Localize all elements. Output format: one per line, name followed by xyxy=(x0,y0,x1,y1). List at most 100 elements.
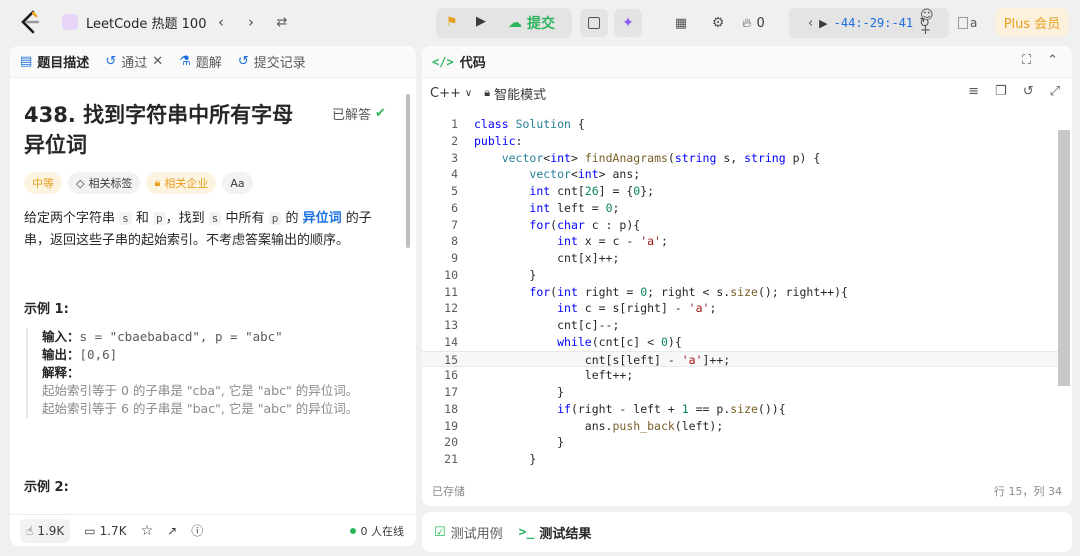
code-line[interactable]: 3 vector<int> findAnagrams(string s, str… xyxy=(422,150,1058,167)
code-text: vector<int> findAnagrams(string s, strin… xyxy=(501,150,821,165)
next-icon[interactable]: › xyxy=(240,11,262,33)
prev-icon[interactable]: ‹ xyxy=(210,11,232,33)
layout-icon[interactable]: ▦ xyxy=(670,12,692,34)
tag-icon: ◇ xyxy=(76,176,85,190)
avatar[interactable]: a xyxy=(958,12,977,34)
expand-icon[interactable]: ⤢ xyxy=(1050,84,1060,99)
explain-line-2: 起始索引等于 6 的子串是 "bac", 它是 "abc" 的异位词。 xyxy=(42,401,359,416)
code-line[interactable]: 14 while(cnt[c] < 0){ xyxy=(422,334,1058,351)
reset-code-icon[interactable]: ↺ xyxy=(1023,84,1034,99)
star-icon[interactable]: ☆ xyxy=(141,523,154,539)
code-scrollbar[interactable] xyxy=(1058,130,1070,386)
tab-test-result[interactable]: >_ 测试结果 xyxy=(519,523,592,542)
code-line[interactable]: 2 public: xyxy=(422,133,1058,150)
code-line[interactable]: 12 int c = s[right] - 'a'; xyxy=(422,300,1058,317)
tab-description[interactable]: ▤ 题目描述 xyxy=(20,52,89,71)
tab-solutions[interactable]: ⚗ 题解 xyxy=(179,52,222,71)
problem-list[interactable]: LeetCode 热题 100 xyxy=(62,11,206,33)
line-number: 2 xyxy=(451,133,458,148)
language-select[interactable]: C++ ∨ xyxy=(430,86,472,101)
code-line[interactable]: 19 ans.push_back(left); xyxy=(422,418,1058,435)
line-number: 6 xyxy=(451,200,458,215)
related-tags-button[interactable]: ◇ 相关标签 xyxy=(68,172,141,194)
timer-value: -44:-29:-41 xyxy=(833,16,914,30)
inline-code: s xyxy=(119,212,132,225)
timer-play-icon[interactable]: ▶ xyxy=(819,17,827,30)
top-bar: LeetCode 热题 100 ‹ › ⇄ ⚑ ▶ ☁ 提交 ✦ ▦ ⚙ 🔥︎ … xyxy=(0,0,1080,44)
sparkle-icon[interactable]: ✦ xyxy=(614,9,642,37)
doc-icon: ▤ xyxy=(20,54,33,69)
like-button[interactable]: ☝ 1.9K xyxy=(20,518,71,543)
shuffle-icon[interactable]: ⇄ xyxy=(271,11,293,33)
code-line[interactable]: 7 for(char c : p){ xyxy=(422,217,1058,234)
code-line[interactable]: 6 int left = 0; xyxy=(422,200,1058,217)
fullscreen-icon[interactable]: ⛶ xyxy=(1022,53,1031,68)
code-text: int left = 0; xyxy=(529,200,620,215)
code-text: while(cnt[c] < 0){ xyxy=(557,334,682,349)
code-line[interactable]: 18 if(right - left + 1 == p.size()){ xyxy=(422,401,1058,418)
translate-button[interactable]: Aa xyxy=(222,172,253,194)
code-line[interactable]: 10 } xyxy=(422,267,1058,284)
code-line[interactable]: 21 } xyxy=(422,451,1058,468)
code-line[interactable]: 5 int cnt[26] = {0}; xyxy=(422,183,1058,200)
tab-testcase[interactable]: ☑ 测试用例 xyxy=(434,523,503,542)
plus-member-button[interactable]: Plus 会员 xyxy=(996,8,1068,36)
related-companies-button[interactable]: 🔒︎ 相关企业 xyxy=(146,172,217,194)
code-editor[interactable]: 1 class Solution {2 public: 3 vector<int> f… xyxy=(422,116,1058,468)
problem-title[interactable]: 438. 找到字符串中所有字母异位词 xyxy=(24,100,314,160)
format-icon[interactable]: ≡ xyxy=(968,84,979,99)
tab-solutions-label: 题解 xyxy=(195,56,222,71)
related-companies-label: 相关企业 xyxy=(164,177,209,190)
code-text: int c = s[right] - 'a'; xyxy=(557,301,717,316)
collapse-icon[interactable]: ⌃ xyxy=(1047,53,1058,68)
run-icon[interactable]: ▶ xyxy=(476,14,486,29)
inline-code: p xyxy=(268,212,282,225)
code-line[interactable]: 15 cnt[s[left] - 'a']++; xyxy=(422,350,1058,368)
history-icon: ↺ xyxy=(237,54,249,69)
bookmark-icon[interactable]: ❐ xyxy=(995,84,1007,99)
desc-text: ，找到 xyxy=(165,211,209,226)
difficulty-badge: 中等 xyxy=(24,172,62,194)
code-text: left++; xyxy=(474,368,634,383)
comments-button[interactable]: ▭ 1.7K xyxy=(84,524,126,538)
code-line[interactable]: 9 cnt[x]++; xyxy=(422,250,1058,267)
description-scrollbar[interactable] xyxy=(406,94,410,248)
code-text: } xyxy=(474,385,565,399)
code-text: if(right - left + 1 == p.size()){ xyxy=(557,401,786,416)
code-line[interactable]: 13 cnt[c]--; xyxy=(422,317,1058,334)
like-count: 1.9K xyxy=(37,523,65,538)
add-friend-icon[interactable]: ☺+ xyxy=(920,8,944,38)
line-number: 12 xyxy=(444,301,458,316)
tab-accepted[interactable]: ↺ 通过 ✕ xyxy=(105,52,163,71)
example-1-block: 输入：s = "cbaebabacd", p = "abc" 输出：[0,6] … xyxy=(26,328,386,418)
code-line[interactable]: 11 for(int right = 0; right < s.size(); … xyxy=(422,284,1058,301)
code-line[interactable]: 16 left++; xyxy=(422,367,1058,384)
leetcode-logo-icon[interactable] xyxy=(18,10,42,34)
smart-mode-toggle[interactable]: 🔒︎ 智能模式 xyxy=(484,84,546,103)
code-line[interactable]: 8 int x = c - 'a'; xyxy=(422,233,1058,250)
collapse-timer-icon[interactable]: ‹ xyxy=(808,16,813,31)
code-text: int cnt[26] = {0}; xyxy=(529,184,655,198)
language-label: C++ xyxy=(430,85,461,101)
close-icon[interactable]: ✕ xyxy=(152,54,163,69)
anagram-link[interactable]: 异位词 xyxy=(303,211,342,226)
line-number: 20 xyxy=(444,435,458,450)
code-line[interactable]: 1 class Solution { xyxy=(422,116,1058,133)
note-icon[interactable] xyxy=(580,9,608,37)
line-number: 16 xyxy=(444,368,458,383)
example-2-heading: 示例 2: xyxy=(24,480,69,495)
share-icon[interactable]: ↗ xyxy=(167,524,177,538)
submit-button[interactable]: ☁ 提交 xyxy=(508,13,555,33)
code-line[interactable]: 4 vector<int> ans; xyxy=(422,166,1058,183)
tab-submissions[interactable]: ↺ 提交记录 xyxy=(238,52,306,71)
code-text: public: xyxy=(474,133,523,148)
code-text: vector<int> ans; xyxy=(529,167,641,182)
comment-count: 1.7K xyxy=(99,523,127,538)
desc-text: 和 xyxy=(131,211,154,226)
streak[interactable]: 🔥︎ 0 xyxy=(742,12,765,34)
gear-icon[interactable]: ⚙ xyxy=(707,12,729,34)
code-line[interactable]: 20 } xyxy=(422,434,1058,451)
debug-icon[interactable]: ⚑ xyxy=(446,15,458,30)
code-line[interactable]: 17 } xyxy=(422,384,1058,401)
help-icon[interactable]: ⓘ xyxy=(191,522,203,539)
